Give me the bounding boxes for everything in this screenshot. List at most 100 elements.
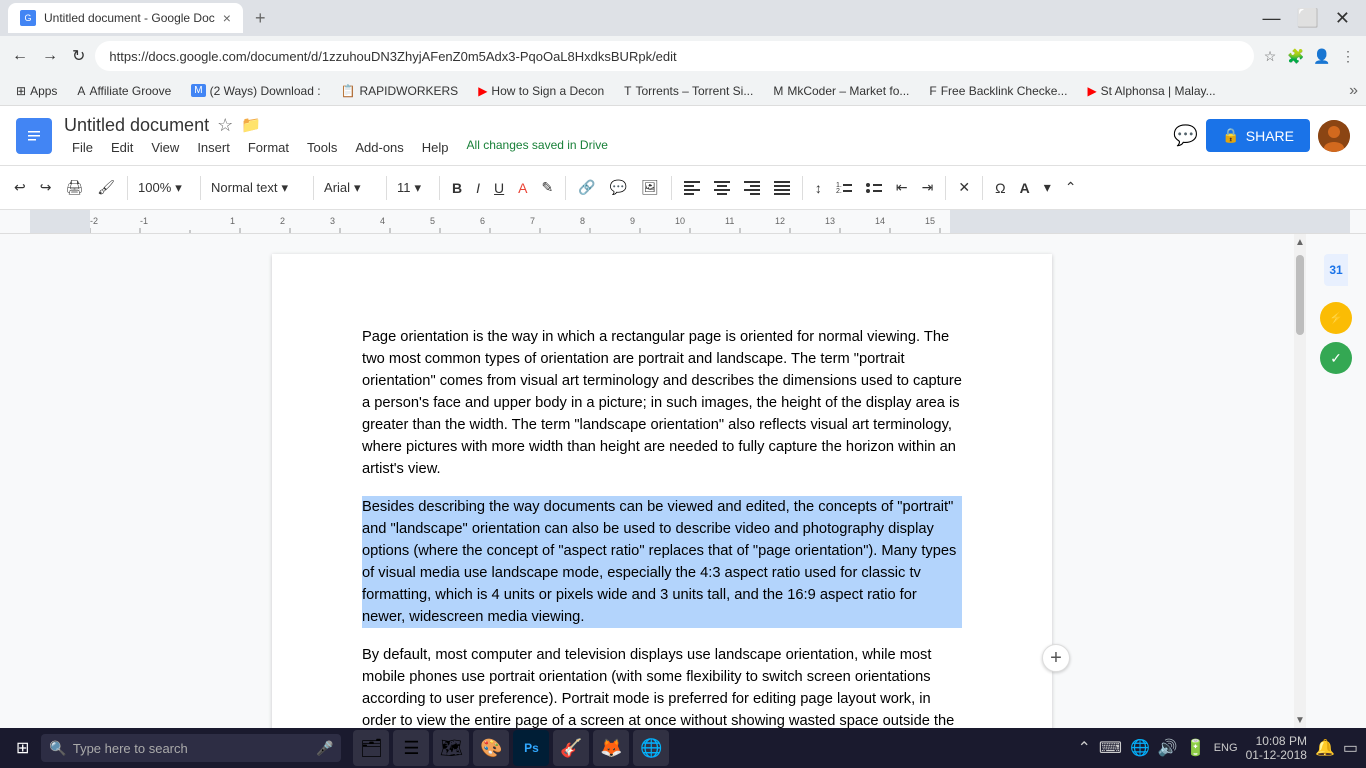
taskbar-app-firefox[interactable]: 🦊 [593,730,629,766]
line-spacing-button[interactable]: ↕ [809,172,828,204]
more-bookmarks-button[interactable]: » [1349,82,1358,100]
close-button[interactable]: ✕ [1327,4,1358,33]
chrome-tab[interactable]: G Untitled document - Google Doc × [8,3,243,33]
undo-button[interactable]: ↩ [8,172,32,204]
calendar-widget[interactable]: 31 [1324,254,1348,286]
taskbar-app-maps[interactable]: 🗺 [433,730,469,766]
language-indicator[interactable]: ENG [1214,742,1238,754]
scroll-up-button[interactable]: ▲ [1294,234,1306,250]
keyboard-icon[interactable]: ⌨ [1099,738,1122,758]
bookmark-torrents[interactable]: T Torrents – Torrent Si... [616,82,761,100]
refresh-button[interactable]: ↻ [68,42,89,70]
extensions-icon[interactable]: 🧩 [1286,46,1306,66]
bookmark-mkcoder[interactable]: M MkCoder – Market fo... [765,82,917,100]
notification-icon[interactable]: 🔔 [1315,738,1335,758]
minimize-button[interactable]: — [1254,4,1288,33]
numbered-list-button[interactable]: 1.2. [830,172,858,204]
network-icon[interactable]: 🌐 [1130,738,1150,758]
paragraph-2-selected[interactable]: Besides describing the way documents can… [362,496,962,628]
bookmark-free-backlink[interactable]: F Free Backlink Checke... [921,82,1075,100]
paragraph-3[interactable]: By default, most computer and television… [362,644,962,728]
text-color-button[interactable]: A [512,172,533,204]
italic-button[interactable]: I [470,172,486,204]
taskbar-app-paint[interactable]: 🎨 [473,730,509,766]
docs-page[interactable]: Page orientation is the way in which a r… [272,254,1052,728]
highlight-button[interactable]: ✎ [536,172,560,204]
zoom-select[interactable]: 100% ▾ [134,172,194,204]
menu-file[interactable]: File [64,138,101,157]
bulleted-list-button[interactable] [860,172,888,204]
share-button[interactable]: 🔒 SHARE [1206,119,1310,152]
align-left-button[interactable] [678,172,706,204]
new-tab-button[interactable]: + [251,4,270,33]
comment-button[interactable]: 💬 [604,172,633,204]
check-icon[interactable]: ✓ [1320,342,1352,374]
align-right-button[interactable] [738,172,766,204]
paragraph-1[interactable]: Page orientation is the way in which a r… [362,326,962,480]
chat-icon[interactable]: 💬 [1173,123,1198,148]
add-content-button[interactable]: + [1042,644,1070,672]
add-icon[interactable]: + [1042,644,1070,672]
paint-format-button[interactable]: 🖌 [91,172,121,204]
menu-icon[interactable]: ⋮ [1338,46,1358,66]
image-button[interactable]: 🖼 [635,172,665,204]
start-button[interactable]: ⊞ [8,734,37,762]
taskbar-app-chrome[interactable]: 🌐 [633,730,669,766]
special-char-button[interactable]: Ω [989,172,1011,204]
menu-edit[interactable]: Edit [103,138,141,157]
taskbar-app-ps[interactable]: Ps [513,730,549,766]
tab-close-icon[interactable]: × [223,10,231,26]
microphone-icon[interactable]: 🎤 [316,740,333,757]
battery-icon[interactable]: 🔋 [1186,738,1206,758]
decrease-indent-button[interactable]: ⇤ [890,172,914,204]
vertical-scrollbar[interactable]: ▲ ▼ [1294,234,1306,728]
avatar[interactable] [1318,120,1350,152]
show-hidden-icons[interactable]: ⌃ [1077,738,1090,758]
show-desktop-button[interactable]: ▭ [1343,738,1358,758]
bookmark-star-icon[interactable]: ☆ [1260,46,1280,66]
menu-format[interactable]: Format [240,138,297,157]
volume-icon[interactable]: 🔊 [1158,738,1178,758]
input-tools-button[interactable]: A [1014,172,1036,204]
clear-format-button[interactable]: ✕ [952,172,976,204]
taskbar-app-music[interactable]: 🎸 [553,730,589,766]
scroll-down-button[interactable]: ▼ [1294,712,1306,728]
bold-button[interactable]: B [446,172,468,204]
print-button[interactable]: 🖨 [59,172,89,204]
menu-view[interactable]: View [143,138,187,157]
doc-title-text[interactable]: Untitled document [64,115,209,136]
bookmark-apps[interactable]: ⊞ Apps [8,82,65,100]
menu-help[interactable]: Help [414,138,457,157]
folder-icon[interactable]: 📁 [241,115,261,135]
menu-tools[interactable]: Tools [299,138,345,157]
back-button[interactable]: ← [8,43,32,69]
address-input[interactable] [95,41,1254,71]
taskbar-app-files[interactable]: 🗂 [353,730,389,766]
style-select[interactable]: Normal text ▾ [207,172,307,204]
more-options-button[interactable]: ▾ [1038,172,1057,204]
link-button[interactable]: 🔗 [572,172,601,204]
bookmark-how-to-sign[interactable]: ▶ How to Sign a Decon [470,82,612,100]
align-center-button[interactable] [708,172,736,204]
profile-icon[interactable]: 👤 [1312,46,1332,66]
star-icon[interactable]: ☆ [217,115,233,136]
maximize-button[interactable]: ⬜ [1288,4,1326,33]
increase-indent-button[interactable]: ⇥ [916,172,940,204]
justify-button[interactable] [768,172,796,204]
menu-insert[interactable]: Insert [189,138,238,157]
underline-button[interactable]: U [488,172,510,204]
search-placeholder-text[interactable]: Type here to search [73,741,188,756]
scroll-thumb[interactable] [1296,255,1304,335]
taskbar-search-bar[interactable]: 🔍 Type here to search 🎤 [41,734,341,762]
font-size-select[interactable]: 11 ▾ [393,172,433,204]
bookmark-rapidworkers[interactable]: 📋 RAPIDWORKERS [333,82,467,100]
bookmark-affiliate-groove[interactable]: A Affiliate Groove [69,82,179,100]
redo-button[interactable]: ↪ [34,172,58,204]
taskbar-app-2[interactable]: ☰ [393,730,429,766]
forward-button[interactable]: → [38,43,62,69]
expand-button[interactable]: ⌃ [1059,172,1083,204]
bookmark-st-alphonsa[interactable]: ▶ St Alphonsa | Malay... [1079,82,1223,100]
bookmark-2ways[interactable]: M (2 Ways) Download : [183,82,328,100]
docs-page-area[interactable]: Page orientation is the way in which a r… [30,234,1294,728]
font-select[interactable]: Arial ▾ [320,172,380,204]
